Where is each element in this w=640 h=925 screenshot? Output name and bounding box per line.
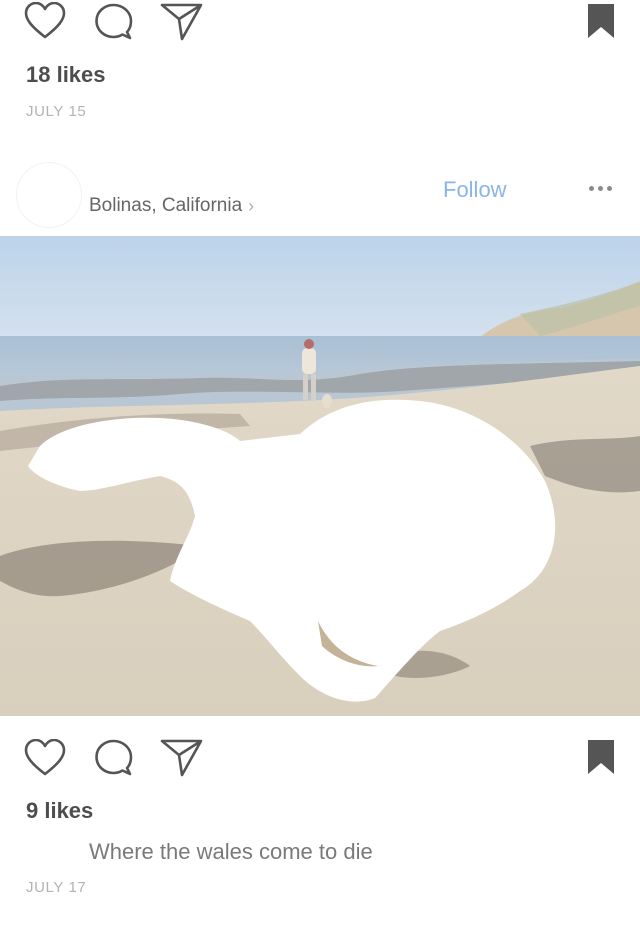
chevron-right-icon: ›	[248, 195, 255, 216]
send-icon[interactable]	[160, 738, 204, 778]
more-dot	[598, 186, 603, 191]
comment-icon[interactable]	[94, 2, 134, 42]
comment-icon[interactable]	[94, 738, 134, 778]
likes-count: 18 likes	[26, 62, 106, 87]
more-dot	[607, 186, 612, 191]
location-link[interactable]: Bolinas, California ›	[89, 195, 254, 217]
more-icon[interactable]	[589, 186, 612, 191]
bookmark-icon[interactable]	[587, 3, 615, 39]
beach-photo-image	[0, 236, 640, 716]
avatar[interactable]	[16, 162, 82, 228]
likes-count: 9 likes	[26, 798, 94, 823]
post-photo[interactable]	[0, 236, 640, 716]
more-dot	[589, 186, 594, 191]
follow-button[interactable]: Follow	[443, 177, 507, 203]
location-label: Bolinas, California	[89, 195, 243, 216]
like-heart-icon[interactable]	[24, 739, 66, 777]
bookmark-icon[interactable]	[587, 739, 615, 775]
post-date: JULY 17	[26, 879, 87, 896]
send-icon[interactable]	[160, 2, 204, 42]
like-heart-icon[interactable]	[24, 2, 66, 40]
post-date: JULY 15	[26, 103, 87, 120]
post-caption: Where the wales come to die	[89, 839, 373, 864]
